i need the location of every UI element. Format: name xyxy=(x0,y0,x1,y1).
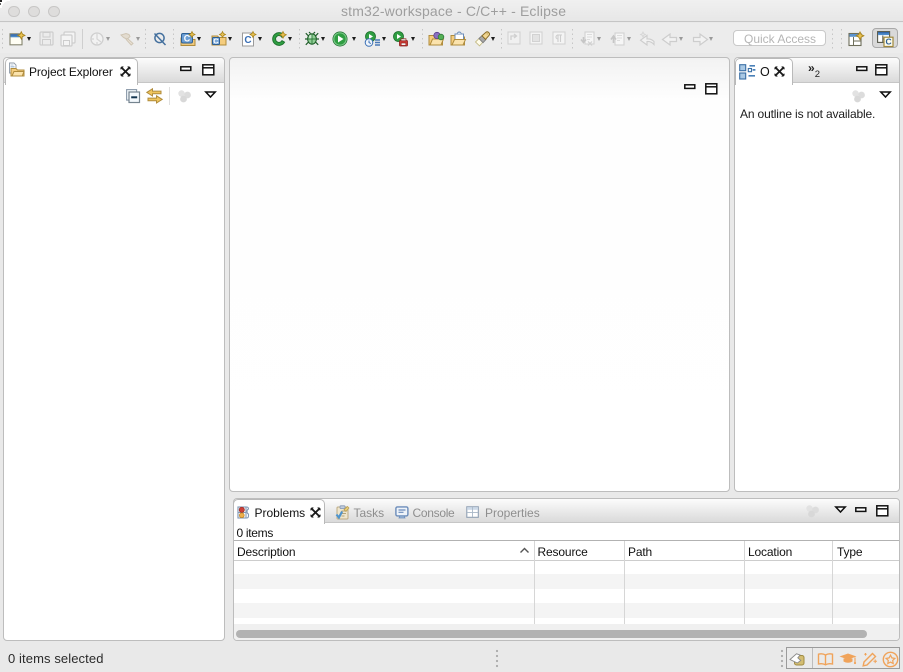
svg-text:C: C xyxy=(213,37,219,46)
svg-text:C: C xyxy=(244,35,251,46)
svg-text:C: C xyxy=(886,36,892,46)
